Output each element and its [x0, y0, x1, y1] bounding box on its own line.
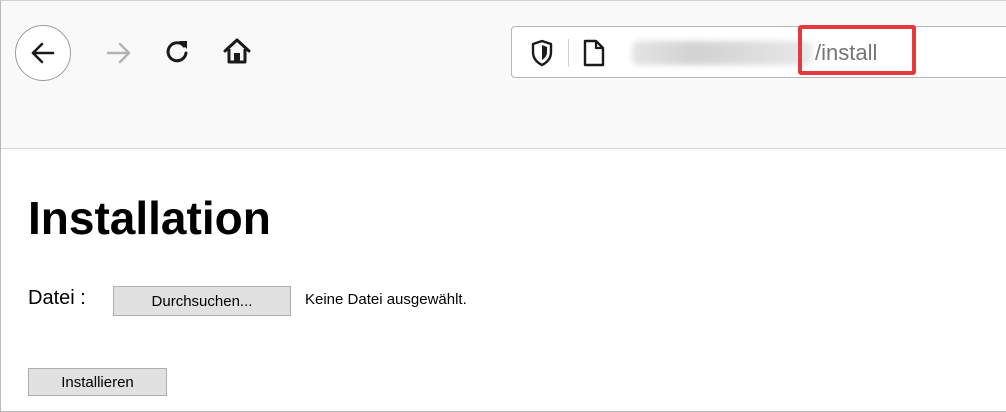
url-path-text[interactable]: /install [815, 39, 877, 67]
page-icon [583, 39, 605, 67]
page-content: Installation Datei : Durchsuchen... Kein… [1, 149, 1006, 411]
address-bar[interactable]: /install [511, 25, 1006, 78]
forward-button[interactable] [103, 37, 135, 69]
url-host-redacted [632, 41, 812, 65]
page-title: Installation [28, 192, 271, 244]
back-button[interactable] [15, 25, 71, 81]
back-arrow-icon [31, 42, 55, 64]
tracking-protection-button[interactable] [530, 39, 554, 67]
home-icon [223, 38, 251, 64]
file-label: Datei : [28, 287, 86, 309]
reload-button[interactable] [161, 35, 193, 67]
forward-arrow-icon [106, 42, 131, 64]
browse-button[interactable]: Durchsuchen... [113, 286, 291, 316]
install-button[interactable]: Installieren [28, 368, 167, 396]
no-file-selected-text: Keine Datei ausgewählt. [305, 291, 467, 308]
home-button[interactable] [219, 33, 255, 69]
browser-window: /install Installation Datei : Durchsuche… [0, 0, 1006, 412]
reload-icon [166, 41, 188, 63]
site-info-button[interactable] [582, 38, 606, 68]
shield-icon [531, 39, 553, 67]
address-bar-divider [568, 39, 569, 67]
browser-toolbar: /install [1, 1, 1006, 149]
